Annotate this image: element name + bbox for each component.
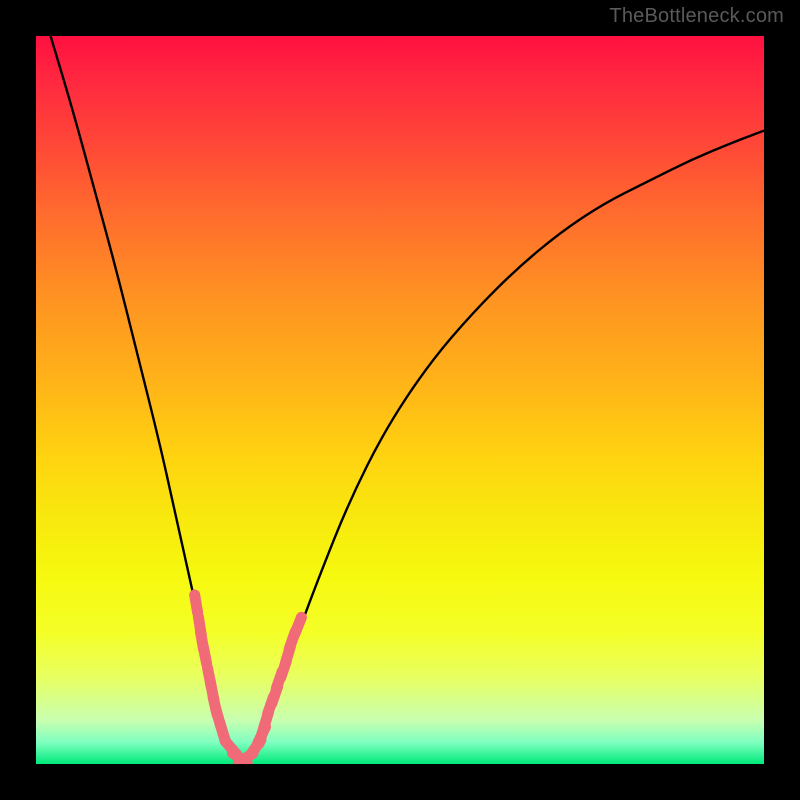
chart-svg	[36, 36, 764, 764]
data-marker	[203, 646, 207, 664]
chart-frame: TheBottleneck.com	[0, 0, 800, 800]
watermark-text: TheBottleneck.com	[609, 6, 784, 26]
plot-area	[36, 36, 764, 764]
bottleneck-curve	[51, 36, 764, 760]
data-marker	[295, 617, 302, 634]
data-marker	[195, 595, 198, 613]
